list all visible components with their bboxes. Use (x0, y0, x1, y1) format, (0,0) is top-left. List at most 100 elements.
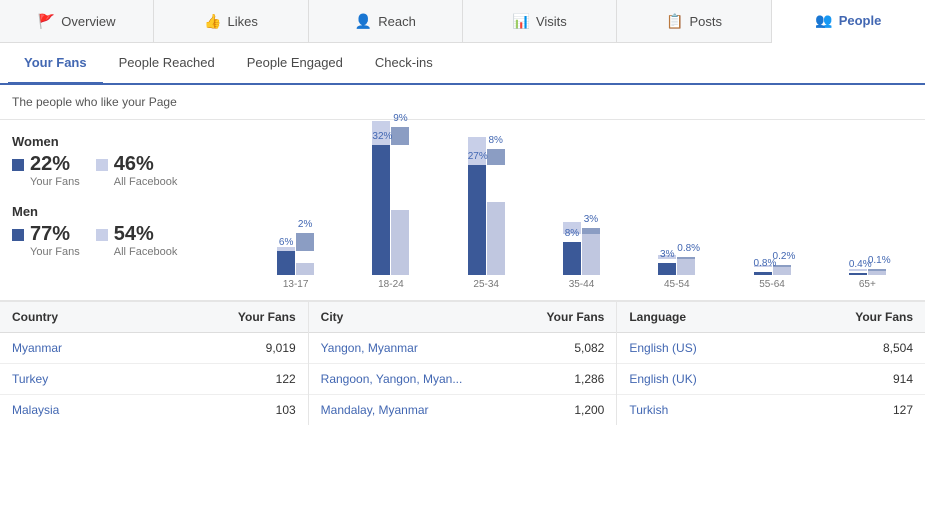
people-icon: 👥 (815, 12, 832, 29)
table-row: Turkey 122 (0, 364, 308, 395)
age-group-35-44: 3%8%35-44 (536, 145, 627, 290)
women-fans-bar-45-54: 0.8% (677, 257, 695, 259)
page-description: The people who like your Page (0, 85, 925, 120)
city-table-header: City Your Fans (309, 302, 617, 333)
bars-wrapper-18-24: 9%32% (345, 145, 436, 275)
women-pct-label-25-34: 8% (487, 135, 505, 146)
language-fans-header: Your Fans (833, 310, 913, 324)
language-fans-1: 8,504 (833, 341, 913, 355)
table-row: Malaysia 103 (0, 395, 308, 425)
women-pct-label-35-44: 3% (582, 214, 600, 225)
language-name-3: Turkish (629, 403, 833, 417)
men-all-bar-13-17 (296, 263, 314, 275)
men-fans-bar-18-24: 32% (372, 145, 390, 275)
men-bars-35-44: 8% (536, 234, 627, 275)
men-pct-label-55-64: 0.8% (754, 258, 772, 269)
country-table: Country Your Fans Myanmar 9,019 Turkey 1… (0, 302, 309, 425)
women-fans-bar-18-24: 9% (391, 127, 409, 145)
bars-wrapper-45-54: 0.8%3% (631, 145, 722, 275)
bars-wrapper-25-34: 8%27% (441, 145, 532, 275)
bars-wrapper-65+: 0.1%0.4% (822, 145, 913, 275)
language-name-1: English (US) (629, 341, 833, 355)
nav-visits[interactable]: 📊 Visits (463, 0, 617, 42)
table-row: Turkish 127 (617, 395, 925, 425)
nav-people-label: People (839, 13, 882, 28)
women-fans-bar-13-17: 2% (296, 233, 314, 251)
nav-overview-label: Overview (61, 14, 115, 29)
nav-likes[interactable]: 👍 Likes (154, 0, 308, 42)
men-all-bar-35-44 (582, 234, 600, 275)
city-name-1: Yangon, Myanmar (321, 341, 525, 355)
top-navigation: 🚩 Overview 👍 Likes 👤 Reach 📊 Visits 📋 Po… (0, 0, 925, 43)
men-pct-label-45-54: 3% (658, 249, 676, 260)
table-row: English (UK) 914 (617, 364, 925, 395)
age-label-13-17: 13-17 (283, 279, 309, 290)
table-row: English (US) 8,504 (617, 333, 925, 364)
men-bars-45-54: 3% (631, 259, 722, 275)
nav-people[interactable]: 👥 People (772, 0, 925, 43)
subnav-people-engaged[interactable]: People Engaged (231, 43, 359, 85)
city-name-2: Rangoon, Yangon, Myan... (321, 372, 525, 386)
age-bar-chart: 2%6%13-179%32%18-248%27%25-343%8%35-440.… (242, 130, 913, 290)
age-label-35-44: 35-44 (569, 279, 595, 290)
men-bars-18-24: 32% (345, 145, 436, 275)
table-row: Rangoon, Yangon, Myan... 1,286 (309, 364, 617, 395)
subnav-check-ins[interactable]: Check-ins (359, 43, 449, 85)
men-fans-bar-55-64: 0.8% (754, 272, 772, 275)
language-table: Language Your Fans English (US) 8,504 En… (617, 302, 925, 425)
men-bars-25-34: 27% (441, 165, 532, 275)
nav-visits-label: Visits (536, 14, 567, 29)
men-allfb-stat: 54% All Facebook (96, 223, 178, 258)
age-group-18-24: 9%32%18-24 (345, 145, 436, 290)
visits-icon: 📊 (513, 13, 530, 30)
men-bars-13-17: 6% (250, 251, 341, 275)
country-fans-3: 103 (216, 403, 296, 417)
nav-posts[interactable]: 📋 Posts (617, 0, 771, 42)
reach-icon: 👤 (355, 13, 372, 30)
men-allfb-color (96, 229, 108, 241)
table-row: Yangon, Myanmar 5,082 (309, 333, 617, 364)
subnav-people-reached[interactable]: People Reached (103, 43, 231, 85)
men-all-bar-45-54 (677, 259, 695, 275)
nav-reach[interactable]: 👤 Reach (309, 0, 463, 42)
men-all-bar-65+ (868, 271, 886, 275)
language-col-header: Language (629, 310, 833, 324)
language-table-header: Language Your Fans (617, 302, 925, 333)
country-name-2: Turkey (12, 372, 216, 386)
women-fans-sublabel: Your Fans (30, 176, 80, 188)
men-fans-pct: 77% (30, 223, 70, 246)
city-name-3: Mandalay, Myanmar (321, 403, 525, 417)
bars-wrapper-55-64: 0.2%0.8% (726, 145, 817, 275)
nav-overview[interactable]: 🚩 Overview (0, 0, 154, 42)
men-pct-label-25-34: 27% (468, 151, 486, 162)
language-fans-3: 127 (833, 403, 913, 417)
women-bars-13-17: 2% (250, 233, 341, 251)
women-fans-stat: 22% Your Fans (12, 153, 80, 188)
age-group-55-64: 0.2%0.8% 55-64 (726, 145, 817, 290)
men-label: Men (12, 204, 242, 219)
men-all-bar-18-24 (391, 210, 409, 275)
gender-stats: Women 22% Your Fans 46% All Facebook (12, 130, 242, 290)
subnav-your-fans[interactable]: Your Fans (8, 43, 103, 85)
city-table: City Your Fans Yangon, Myanmar 5,082 Ran… (309, 302, 618, 425)
bars-wrapper-13-17: 2%6% (250, 145, 341, 275)
age-label-65+: 65+ (859, 279, 876, 290)
country-fans-2: 122 (216, 372, 296, 386)
men-bars-65+: 0.4% (822, 271, 913, 275)
men-stats-row: 77% Your Fans 54% All Facebook (12, 223, 242, 258)
men-pct-label-35-44: 8% (563, 228, 581, 239)
city-fans-1: 5,082 (524, 341, 604, 355)
tables-section: Country Your Fans Myanmar 9,019 Turkey 1… (0, 301, 925, 425)
men-pct-label-13-17: 6% (277, 237, 295, 248)
age-label-55-64: 55-64 (759, 279, 785, 290)
age-group-13-17: 2%6% 13-17 (250, 145, 341, 290)
women-allfb-stat: 46% All Facebook (96, 153, 178, 188)
likes-icon: 👍 (204, 13, 221, 30)
posts-icon: 📋 (666, 13, 683, 30)
age-group-25-34: 8%27%25-34 (441, 145, 532, 290)
men-all-bar-25-34 (487, 202, 505, 275)
country-fans-header: Your Fans (216, 310, 296, 324)
women-pct-label-45-54: 0.8% (677, 243, 695, 254)
bars-wrapper-35-44: 3%8% (536, 145, 627, 275)
men-fans-bar-65+: 0.4% (849, 273, 867, 275)
